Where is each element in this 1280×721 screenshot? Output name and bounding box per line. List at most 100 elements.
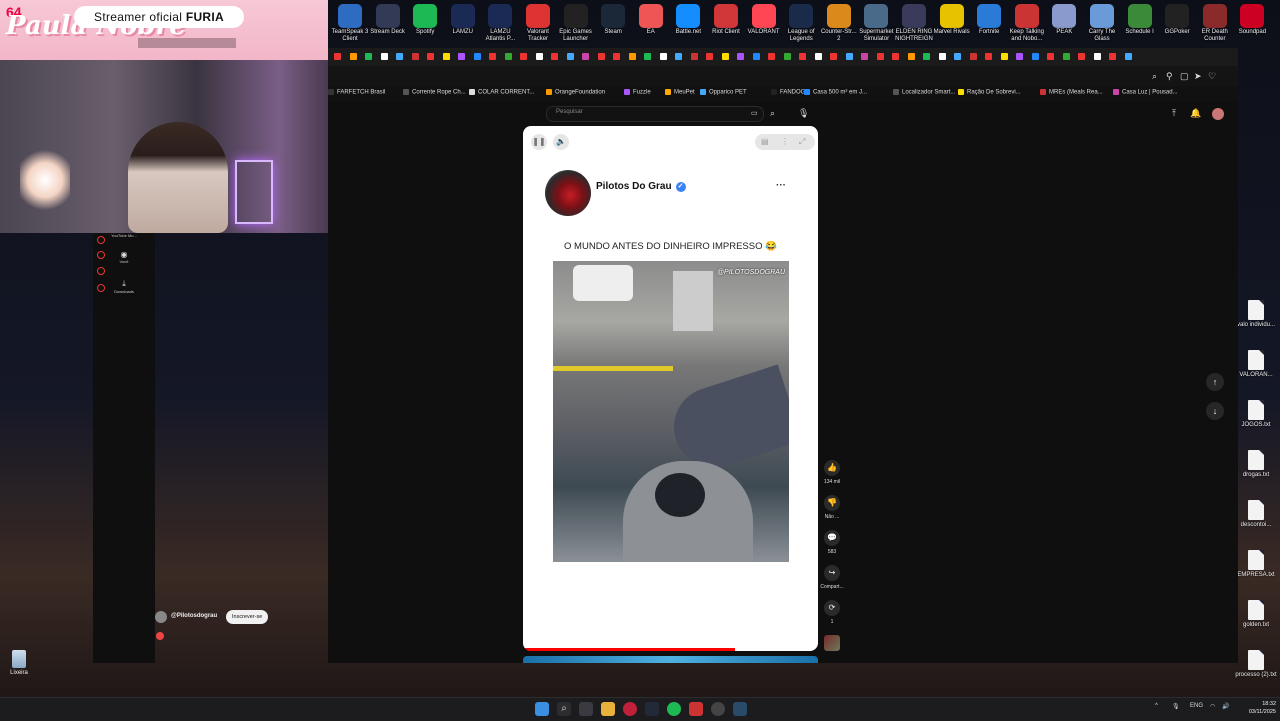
desktop-shortcut[interactable]: Battle.net: [668, 2, 708, 36]
channel-handle[interactable]: @Pilotosdograu: [171, 613, 217, 619]
desktop-shortcut[interactable]: ER Death Counter: [1195, 2, 1235, 43]
desktop-shortcut[interactable]: Marvel Rivals: [932, 2, 972, 36]
channel-avatar[interactable]: [155, 611, 167, 623]
audio-thumb[interactable]: [820, 635, 844, 651]
tab-favicon-icon[interactable]: [411, 53, 419, 60]
tab-favicon-icon[interactable]: [365, 53, 372, 60]
progress-bar[interactable]: [523, 648, 736, 651]
opera-icon[interactable]: [623, 702, 637, 716]
tab-favicon-icon[interactable]: [380, 53, 388, 60]
tab-favicon-icon[interactable]: [489, 53, 496, 60]
desktop-shortcut[interactable]: TeamSpeak 3 Client: [330, 2, 370, 43]
tab-favicon-icon[interactable]: [659, 53, 667, 60]
tab-favicon-icon[interactable]: [504, 53, 512, 60]
bookmark-item[interactable]: Localizador Smart...: [893, 89, 955, 96]
pause-button[interactable]: ❚❚: [531, 134, 547, 150]
comments-action[interactable]: 💬 583: [820, 530, 844, 555]
sidebar-item-you[interactable]: ◉ Você: [93, 250, 155, 264]
subscribe-button[interactable]: Inscrever-se: [226, 610, 269, 624]
bookmark-item[interactable]: Opparico PET: [700, 89, 747, 96]
desktop-shortcut[interactable]: Carry The Glass: [1082, 2, 1122, 43]
desktop-shortcut[interactable]: LAMZU: [443, 2, 483, 36]
desktop-shortcut[interactable]: Fortnite: [969, 2, 1009, 36]
tab-favicon-icon[interactable]: [427, 53, 434, 60]
bookmark-item[interactable]: Corrente Rope Ch...: [403, 89, 466, 96]
desktop-file[interactable]: drogas.txt: [1232, 450, 1280, 479]
previous-short-button[interactable]: ↑: [1206, 373, 1224, 391]
tab-favicon-icon[interactable]: [923, 53, 930, 60]
desktop-shortcut[interactable]: Keep Talking and Nobo...: [1007, 2, 1047, 43]
tray-chevron-icon[interactable]: ^: [1155, 703, 1158, 709]
tab-favicon-icon[interactable]: [783, 53, 791, 60]
search-icon[interactable]: ⌕: [557, 702, 571, 716]
bell-icon[interactable]: 🔔: [1190, 108, 1201, 118]
tab-favicon-icon[interactable]: [845, 53, 853, 60]
share-icon[interactable]: ↪: [824, 565, 840, 581]
tab-favicon-icon[interactable]: [892, 53, 899, 60]
desktop-shortcut[interactable]: VALORANT: [744, 2, 784, 36]
fullscreen-icon[interactable]: ⤢: [799, 137, 805, 147]
comment-icon[interactable]: 💬: [824, 530, 840, 546]
desktop-file[interactable]: processo (2).txt: [1232, 650, 1280, 679]
desktop-shortcut[interactable]: GGPoker: [1157, 2, 1197, 36]
tab-favicon-icon[interactable]: [1000, 53, 1008, 60]
tab-favicon-icon[interactable]: [830, 53, 837, 60]
sidebar-item-downloads[interactable]: ⤓ Downloads: [93, 279, 155, 294]
desktop-shortcut[interactable]: LAMZU Atlantis P...: [480, 2, 520, 43]
steam-icon[interactable]: [733, 702, 747, 716]
spotify-icon[interactable]: [667, 702, 681, 716]
desktop-shortcut[interactable]: Counter-Str... 2: [819, 2, 859, 43]
dislike-icon[interactable]: 👎: [824, 495, 840, 511]
pin-icon[interactable]: ⚲: [1166, 71, 1173, 81]
bookmark-item[interactable]: FARFETCH Brasil: [328, 89, 385, 96]
next-short-button[interactable]: ↓: [1206, 402, 1224, 420]
bookmark-item[interactable]: OrangeFoundation: [546, 89, 605, 96]
tab-favicon-icon[interactable]: [551, 53, 558, 60]
tab-favicon-icon[interactable]: [969, 53, 977, 60]
tab-favicon-icon[interactable]: [799, 53, 806, 60]
tab-favicon-icon[interactable]: [907, 53, 915, 60]
microphone-icon[interactable]: 🎙: [798, 108, 809, 118]
tab-favicon-icon[interactable]: [954, 53, 961, 60]
next-short-preview[interactable]: [523, 656, 818, 663]
tab-favicon-icon[interactable]: [644, 53, 651, 60]
short-player[interactable]: ❚❚ 🔈 ▤ ⋮ ⤢ Pilotos Do Grau ✓ ··· O MUNDO …: [523, 126, 818, 651]
calendar-icon[interactable]: [689, 702, 703, 716]
start-icon[interactable]: [535, 702, 549, 716]
tab-favicon-icon[interactable]: [473, 53, 481, 60]
desktop-file[interactable]: EMPRESA.txt: [1232, 550, 1280, 579]
tab-favicon-icon[interactable]: [613, 53, 620, 60]
tab-favicon-icon[interactable]: [690, 53, 698, 60]
task-view-icon[interactable]: [579, 702, 593, 716]
bookmark-item[interactable]: Casa 500 m² em J...: [804, 89, 867, 96]
avatar[interactable]: [1212, 108, 1224, 120]
tab-favicon-icon[interactable]: [675, 53, 682, 60]
desktop-shortcut[interactable]: Stream Deck: [368, 2, 408, 36]
desktop-shortcut[interactable]: Valorant Tracker: [518, 2, 558, 43]
tab-favicon-icon[interactable]: [582, 53, 589, 60]
clock[interactable]: 18:32 03/11/2025: [1236, 700, 1276, 716]
desktop-shortcut[interactable]: Riot Client: [706, 2, 746, 36]
desktop-file[interactable]: valo individu...: [1232, 300, 1280, 329]
bookmark-item[interactable]: Fuzzle: [624, 89, 651, 96]
tab-strip[interactable]: [328, 48, 1238, 66]
tab-favicon-icon[interactable]: [706, 53, 713, 60]
tab-favicon-icon[interactable]: [737, 53, 744, 60]
chrome-icon[interactable]: [711, 702, 725, 716]
tab-favicon-icon[interactable]: [1047, 53, 1054, 60]
tab-favicon-icon[interactable]: [768, 53, 775, 60]
like-icon[interactable]: 👍: [824, 460, 840, 476]
language-indicator[interactable]: ENG: [1190, 703, 1203, 709]
recycle-bin[interactable]: Lixeira: [6, 650, 32, 676]
more-options-icon[interactable]: ⋮: [781, 137, 789, 147]
bookmark-item[interactable]: FANDOG: [771, 89, 805, 96]
search-input[interactable]: Pesquisar ▭: [546, 106, 764, 122]
tab-favicon-icon[interactable]: [938, 53, 946, 60]
desktop-shortcut[interactable]: PEAK: [1044, 2, 1084, 36]
desktop-shortcut[interactable]: Supermarket Simulator: [856, 2, 896, 43]
tab-favicon-icon[interactable]: [1016, 53, 1023, 60]
tab-favicon-icon[interactable]: [1109, 53, 1116, 60]
tab-favicon-icon[interactable]: [752, 53, 760, 60]
tab-favicon-icon[interactable]: [1062, 53, 1070, 60]
desktop-shortcut[interactable]: Soundpad: [1232, 2, 1272, 36]
